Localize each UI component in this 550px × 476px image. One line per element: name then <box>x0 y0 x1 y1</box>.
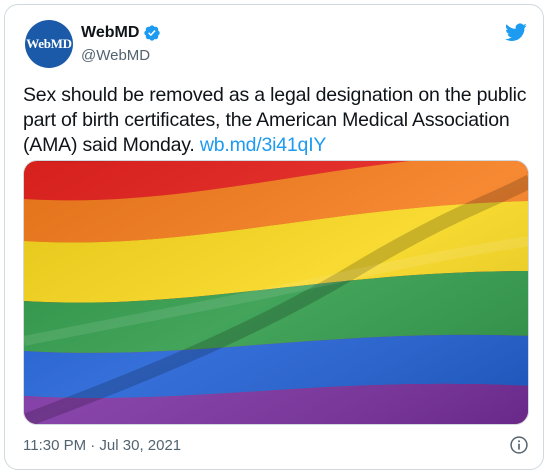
avatar[interactable]: WebMD <box>25 20 73 68</box>
handle[interactable]: @WebMD <box>81 47 150 64</box>
avatar-logo-text: WebMD <box>26 36 72 51</box>
tweet-timestamp[interactable]: 11:30 PM · Jul 30, 2021 <box>23 437 181 454</box>
tweet-text: Sex should be removed as a legal designa… <box>23 83 528 158</box>
tweet-media-image[interactable] <box>23 160 529 425</box>
rainbow-flag-image <box>24 161 528 424</box>
tweet-link[interactable]: wb.md/3i41qIY <box>200 134 327 156</box>
author-name-row: WebMD <box>81 24 161 42</box>
tweet-card: WebMD WebMD @WebMD Sex should be removed… <box>4 4 544 470</box>
info-icon[interactable] <box>509 435 529 455</box>
verified-badge-icon <box>144 25 161 41</box>
display-name[interactable]: WebMD <box>81 24 139 42</box>
twitter-bird-icon[interactable] <box>503 21 529 43</box>
